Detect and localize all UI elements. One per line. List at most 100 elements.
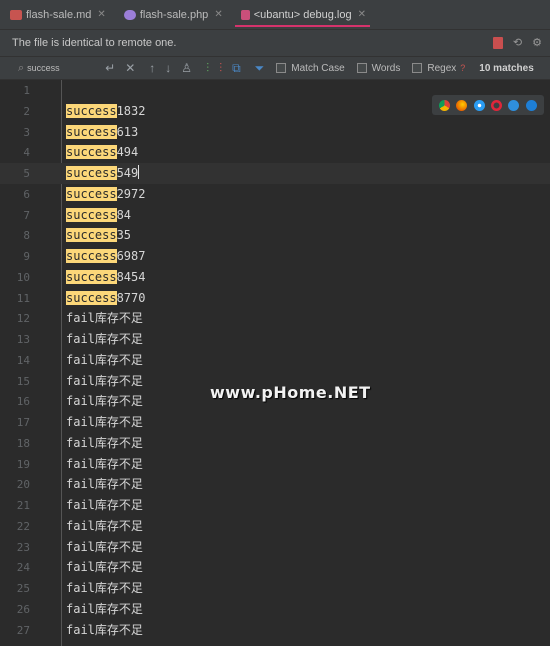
code-line[interactable]: 23 fail库存不足 [0, 537, 550, 558]
code-line[interactable]: 13 fail库存不足 [0, 329, 550, 350]
tab-flash-sale-php[interactable]: flash-sale.php ✕ [114, 0, 231, 29]
ie-icon[interactable] [508, 99, 520, 111]
code-line[interactable]: 18 fail库存不足 [0, 433, 550, 454]
search-icon[interactable]: ⌕ [18, 62, 24, 75]
search-match-highlight: success [66, 186, 117, 201]
line-number: 16 [16, 395, 30, 409]
code-line[interactable]: 17 fail库存不足 [0, 412, 550, 433]
search-match-highlight: success [66, 124, 117, 139]
tab-label: <ubantu> debug.log [253, 8, 352, 21]
firefox-icon[interactable] [456, 99, 468, 111]
code-line[interactable]: 10 success8454 [0, 267, 550, 288]
code-line[interactable]: 7 success84 [0, 205, 550, 226]
close-icon[interactable]: ✕ [214, 9, 222, 20]
code-line[interactable]: 3 success613 [0, 122, 550, 143]
match-case-label: Match Case [291, 62, 345, 74]
code-line[interactable]: 12 fail库存不足 [0, 308, 550, 329]
code-line[interactable]: 26 fail库存不足 [0, 599, 550, 620]
line-number: 17 [16, 416, 30, 429]
line-content: fail库存不足 [66, 456, 143, 471]
tab-label: flash-sale.md [26, 8, 92, 21]
close-icon[interactable]: ✕ [358, 9, 366, 20]
line-content: fail库存不足 [66, 352, 143, 367]
code-line[interactable]: 20 fail库存不足 [0, 474, 550, 495]
code-line[interactable]: 19 fail库存不足 [0, 454, 550, 475]
regex-option[interactable]: Regex ? [412, 63, 465, 74]
code-line[interactable]: 6 success2972 [0, 184, 550, 205]
next-occurrence-icon[interactable]: ↓ [165, 61, 171, 75]
editor-tab-bar: flash-sale.md ✕ flash-sale.php ✕ <ubantu… [0, 0, 550, 30]
remove-selection-icon[interactable]: ⫶ [219, 61, 222, 76]
line-content: 8454 [116, 269, 146, 284]
words-checkbox[interactable] [356, 63, 367, 73]
code-line[interactable]: 11 success8770 [0, 288, 550, 309]
line-content: fail库存不足 [66, 622, 143, 637]
code-line[interactable]: 27 fail库存不足 [0, 620, 550, 641]
line-content: 8770 [116, 290, 146, 305]
settings-icon[interactable]: ⚙ [532, 36, 542, 49]
tab-flash-sale-md[interactable]: flash-sale.md ✕ [0, 0, 114, 29]
clear-search-icon[interactable]: ✕ [125, 61, 135, 75]
line-text: fail库存不足 [66, 412, 143, 433]
match-count: 10 matches [479, 62, 534, 74]
line-number: 7 [23, 208, 30, 222]
line-number: 3 [23, 125, 30, 139]
line-text: fail库存不足 [66, 516, 143, 537]
chrome-icon[interactable] [439, 99, 451, 111]
opera-icon[interactable] [491, 99, 503, 111]
history-icon[interactable]: ⟲ [513, 36, 522, 49]
line-text: success8454 [66, 267, 145, 288]
line-number: 20 [16, 478, 30, 492]
line-text: fail库存不足 [66, 454, 143, 475]
line-number: 22 [16, 519, 30, 533]
line-text: fail库存不足 [66, 350, 143, 371]
code-line[interactable]: 25 fail库存不足 [0, 578, 550, 599]
search-input[interactable] [27, 63, 92, 73]
line-text: success1832 [66, 101, 145, 122]
code-line[interactable]: 22 fail库存不足 [0, 516, 550, 537]
line-content: fail库存不足 [66, 373, 143, 388]
line-text: fail库存不足 [66, 495, 143, 516]
line-content: fail库存不足 [66, 581, 143, 595]
line-number: 8 [23, 229, 30, 243]
regex-help-icon[interactable]: ? [460, 63, 465, 73]
tab-debug-log[interactable]: <ubantu> debug.log ✕ [231, 0, 374, 29]
line-text: fail库存不足 [66, 578, 143, 599]
add-selection-icon[interactable]: ⫶ [206, 61, 209, 76]
search-match-highlight: success [66, 103, 117, 118]
safari-icon[interactable] [473, 99, 485, 111]
match-case-option[interactable]: Match Case [276, 62, 345, 74]
compare-remote-icon[interactable] [492, 37, 503, 49]
close-icon[interactable]: ✕ [97, 9, 105, 20]
line-text: success35 [66, 225, 131, 246]
remote-status-bar: The file is identical to remote one. ⟲ ⚙ [0, 30, 550, 56]
code-line[interactable]: 24 fail库存不足 [0, 557, 550, 578]
code-line[interactable]: 9 success6987 [0, 246, 550, 267]
code-line[interactable]: 4 success494 [0, 142, 550, 163]
code-line[interactable]: 14 fail库存不足 [0, 350, 550, 371]
line-content: fail库存不足 [66, 539, 143, 554]
select-all-occurrences-icon[interactable]: ⧉ [232, 61, 241, 76]
code-editor[interactable]: 1 2 success1832 3 success613 4 success494 5 succ… [0, 80, 550, 646]
php-file-icon [123, 9, 136, 20]
regex-checkbox[interactable] [412, 63, 423, 73]
edge-icon[interactable] [525, 99, 537, 111]
line-text: success2972 [66, 184, 145, 205]
text-cursor [138, 165, 140, 179]
words-option[interactable]: Words [356, 63, 400, 74]
line-text: success6987 [66, 246, 145, 267]
previous-occurrence-icon[interactable]: ↑ [149, 61, 155, 75]
match-case-checkbox[interactable] [276, 63, 287, 73]
line-text: fail库存不足 [66, 371, 143, 392]
code-line[interactable]: 5 success549 [0, 163, 550, 184]
line-number: 11 [16, 291, 30, 305]
find-toolbar: ⌕ ↵ ✕ ↑ ↓ ♙ ⫶ ⫶ ⧉ ⏷ Match Case Words Reg… [0, 56, 550, 80]
filter-icon[interactable]: ⏷ [255, 61, 265, 76]
code-line[interactable]: 8 success35 [0, 225, 550, 246]
find-in-path-icon[interactable]: ♙ [181, 61, 192, 75]
code-line[interactable]: 21 fail库存不足 [0, 495, 550, 516]
line-number: 12 [16, 312, 30, 326]
new-line-icon[interactable]: ↵ [105, 61, 115, 75]
line-text: success613 [66, 122, 138, 143]
search-match-highlight: success [66, 228, 117, 243]
